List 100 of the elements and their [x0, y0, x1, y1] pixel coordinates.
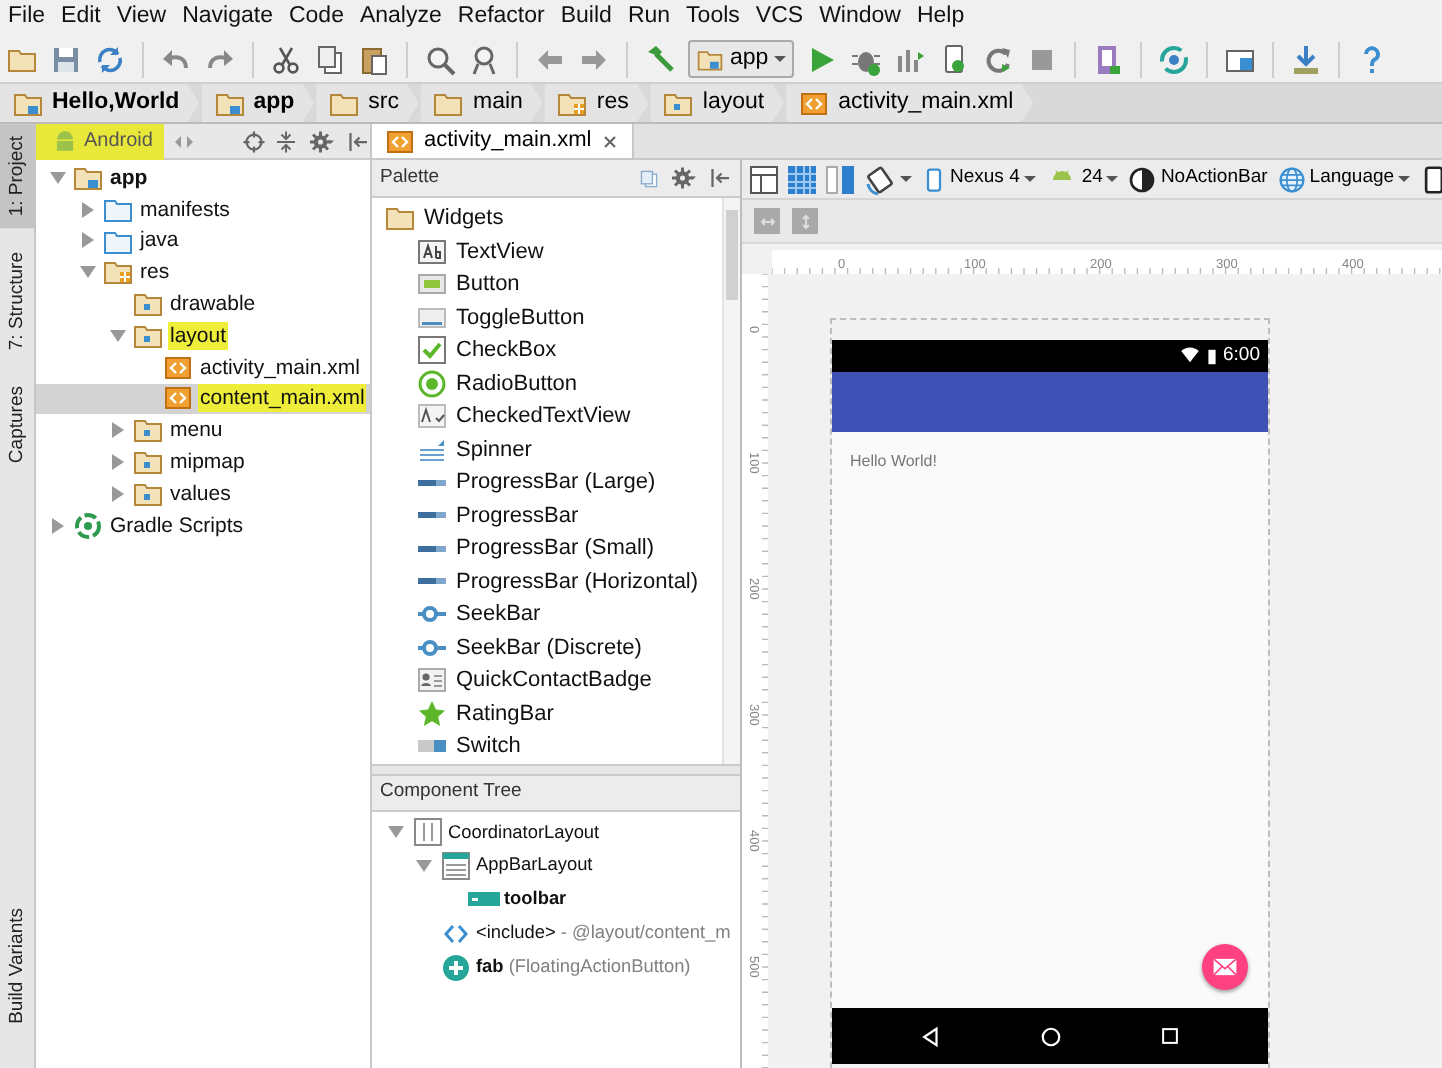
tree-item[interactable]: java	[138, 226, 181, 255]
tree-item[interactable]: app	[108, 163, 150, 192]
side-tab[interactable]: 7: Structure	[0, 240, 35, 363]
zoom-icon[interactable]	[424, 43, 456, 75]
hammer-icon[interactable]	[644, 43, 676, 75]
palette-item[interactable]: RadioButton	[456, 367, 578, 400]
tree-item[interactable]: activity_main.xml	[198, 353, 362, 382]
hide-panel-icon[interactable]	[708, 166, 732, 190]
palette-item[interactable]: CheckBox	[456, 334, 557, 367]
blueprint-view-icon[interactable]	[786, 163, 818, 195]
breadcrumb-item[interactable]: layout	[650, 84, 785, 122]
menu-title[interactable]: View	[116, 0, 167, 36]
tree-item[interactable]: res	[138, 258, 172, 287]
side-tab[interactable]: Captures	[0, 374, 35, 476]
apply-changes-icon[interactable]	[982, 43, 1015, 75]
palette-item[interactable]: QuickContactBadge	[456, 664, 652, 697]
breadcrumb-item[interactable]: src	[316, 84, 419, 122]
collapsed-arrow-icon[interactable]	[78, 230, 98, 251]
menu-title[interactable]: Help	[916, 0, 965, 36]
menu-title[interactable]: Run	[627, 0, 671, 36]
palette-item[interactable]: TextView	[456, 235, 544, 268]
expanded-arrow-icon[interactable]	[414, 856, 434, 877]
design-view-icon[interactable]	[748, 163, 780, 195]
palette-item[interactable]: Spinner	[456, 433, 532, 466]
editor-tab[interactable]: activity_main.xml	[372, 124, 634, 158]
side-tab[interactable]: Build Variants	[0, 896, 35, 1036]
hide-panel-icon[interactable]	[346, 129, 370, 153]
palette-item[interactable]: ProgressBar (Horizontal)	[456, 565, 699, 598]
menu-title[interactable]: File	[8, 0, 46, 36]
theme-button[interactable]: NoActionBar	[1126, 164, 1270, 194]
back-icon[interactable]	[920, 1025, 943, 1047]
component-item[interactable]: AppBarLayout	[476, 852, 593, 881]
breadcrumb-item[interactable]: Hello,World	[0, 84, 200, 122]
palette-item[interactable]: Button	[456, 268, 520, 301]
orientation-dropdown[interactable]	[862, 163, 914, 195]
collapsed-arrow-icon[interactable]	[108, 483, 128, 504]
download-icon[interactable]	[1290, 43, 1323, 75]
expanded-arrow-icon[interactable]	[386, 822, 406, 843]
split-view-icon[interactable]	[824, 163, 856, 195]
tree-item[interactable]: content_main.xml	[198, 384, 367, 413]
breadcrumb-item[interactable]: main	[420, 84, 543, 122]
tree-item[interactable]: menu	[168, 416, 225, 445]
run-icon[interactable]	[806, 43, 839, 75]
device-dropdown[interactable]: Nexus 4	[920, 164, 1038, 194]
component-item[interactable]: <include> - @layout/content_m	[476, 919, 731, 948]
palette-item[interactable]: ToggleButton	[456, 301, 585, 334]
expand-vertical-button[interactable]	[792, 208, 818, 234]
breadcrumb-item[interactable]: res	[544, 84, 649, 122]
tree-item[interactable]: mipmap	[168, 448, 247, 477]
view-selector[interactable]: Android	[36, 123, 165, 159]
locate-icon[interactable]	[242, 129, 266, 153]
expanded-arrow-icon[interactable]	[48, 167, 68, 188]
palette-item[interactable]: SeekBar (Discrete)	[456, 631, 642, 664]
sync-project-icon[interactable]	[1158, 43, 1191, 75]
palette-item[interactable]: RatingBar	[456, 697, 554, 730]
save-icon[interactable]	[50, 43, 82, 75]
component-item[interactable]: CoordinatorLayout	[448, 819, 600, 847]
palette-item[interactable]: ProgressBar	[456, 499, 579, 532]
menu-title[interactable]: VCS	[755, 0, 804, 36]
recents-icon[interactable]	[1159, 1026, 1180, 1046]
tree-item[interactable]: Gradle Scripts	[108, 511, 246, 540]
run-config-dropdown[interactable]: app	[688, 40, 795, 78]
palette-item[interactable]: ProgressBar (Small)	[456, 532, 655, 565]
tree-item[interactable]: drawable	[168, 290, 258, 319]
tree-item[interactable]: manifests	[138, 195, 232, 224]
cut-icon[interactable]	[270, 43, 302, 75]
palette-group[interactable]: Widgets	[424, 202, 504, 235]
settings-icon[interactable]	[668, 166, 700, 190]
palette-item[interactable]: SeekBar	[456, 598, 541, 631]
palette-item[interactable]: CheckedTextView	[456, 400, 631, 433]
scrollbar-thumb[interactable]	[726, 210, 738, 300]
sync-icon[interactable]	[94, 43, 126, 75]
breadcrumb-item[interactable]: activity_main.xml	[786, 84, 1034, 122]
menu-title[interactable]: Refactor	[457, 0, 545, 36]
palette-item[interactable]: ProgressBar (Large)	[456, 466, 656, 499]
menu-title[interactable]: Edit	[61, 0, 101, 36]
tree-item[interactable]: layout	[168, 321, 229, 350]
floating-action-button[interactable]	[1202, 944, 1248, 990]
menu-title[interactable]: Build	[560, 0, 612, 36]
close-icon[interactable]	[599, 131, 620, 151]
collapsed-arrow-icon[interactable]	[108, 420, 128, 441]
collapse-all-icon[interactable]	[274, 129, 298, 153]
palette-item[interactable]: Switch	[456, 730, 521, 763]
menu-title[interactable]: Analyze	[359, 0, 442, 36]
collapsed-arrow-icon[interactable]	[108, 452, 128, 473]
expanded-arrow-icon[interactable]	[78, 262, 98, 283]
component-item[interactable]: toolbar	[504, 886, 567, 914]
menu-title[interactable]: Tools	[686, 0, 740, 36]
menu-title[interactable]: Window	[819, 0, 901, 36]
menu-title[interactable]: Navigate	[182, 0, 273, 36]
breadcrumb-item[interactable]: app	[201, 84, 315, 122]
side-tab[interactable]: 1: Project	[0, 124, 35, 229]
menu-title[interactable]: Code	[288, 0, 344, 36]
copy-icon[interactable]	[314, 43, 346, 75]
paste-icon[interactable]	[358, 43, 390, 75]
api-level-dropdown[interactable]: 24	[1043, 164, 1121, 194]
expand-horizontal-button[interactable]	[754, 208, 780, 234]
home-icon[interactable]	[1039, 1025, 1062, 1047]
settings-icon[interactable]	[306, 129, 338, 153]
expanded-arrow-icon[interactable]	[108, 325, 128, 346]
